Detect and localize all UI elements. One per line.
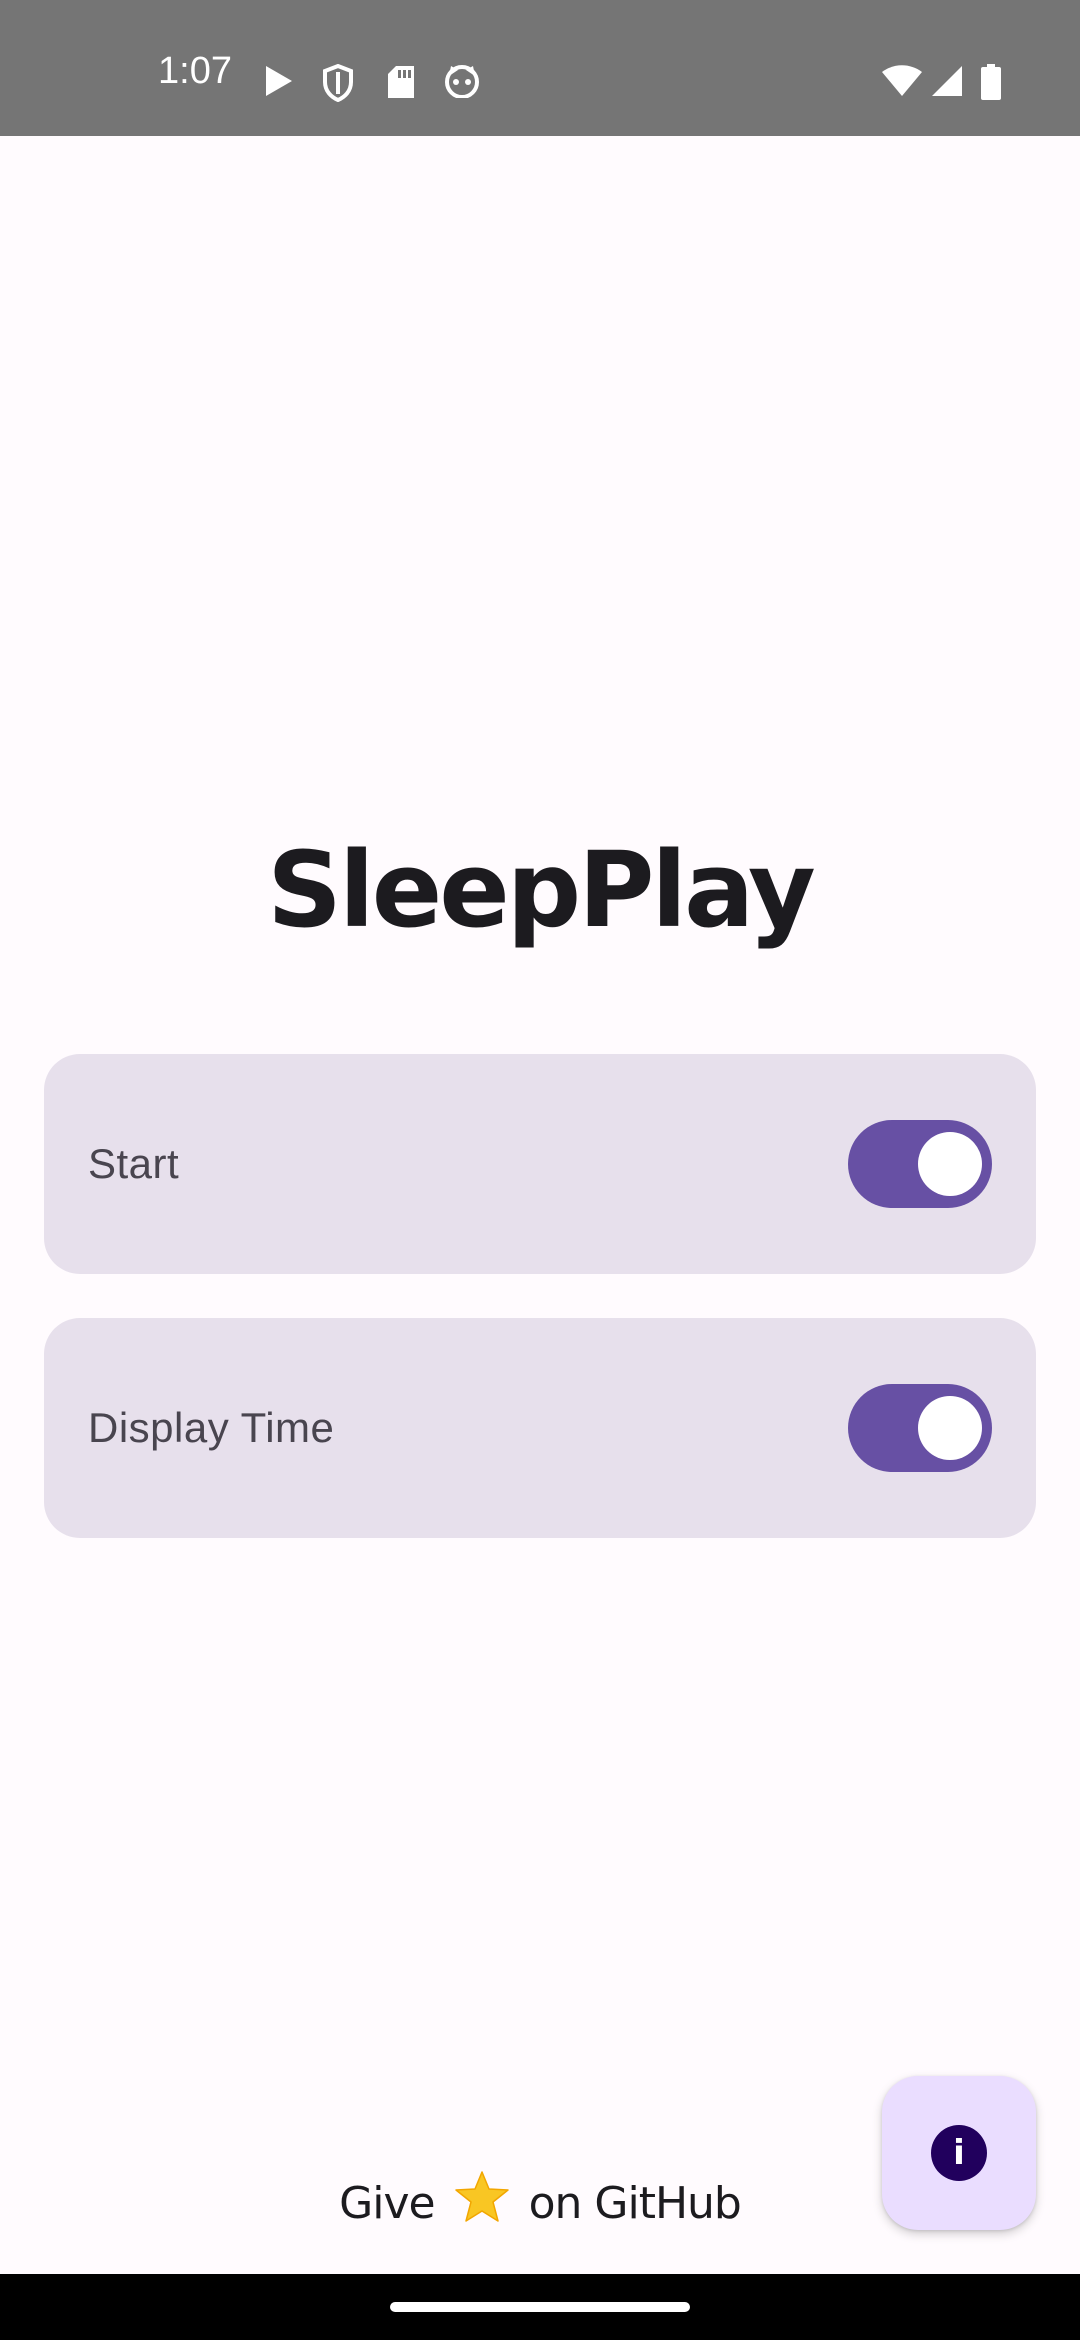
play-icon	[266, 66, 292, 96]
home-gesture-handle[interactable]	[390, 2302, 690, 2312]
signal-icon	[932, 66, 962, 96]
display-time-toggle[interactable]	[848, 1384, 992, 1472]
start-setting-card[interactable]: Start	[44, 1054, 1036, 1274]
navigation-bar	[0, 2274, 1080, 2340]
display-time-toggle-thumb	[918, 1396, 982, 1460]
cat-face-icon	[445, 65, 479, 98]
start-toggle-thumb	[918, 1132, 982, 1196]
info-icon: i	[931, 2125, 987, 2181]
shield-icon	[323, 64, 353, 102]
display-time-label: Display Time	[88, 1404, 335, 1451]
info-fab-button[interactable]: i	[882, 2076, 1036, 2230]
display-time-setting-card[interactable]: Display Time	[44, 1318, 1036, 1538]
screen: 1:07 SleepPlay Start Display Time Give o…	[0, 0, 1080, 2340]
start-label: Start	[88, 1140, 180, 1187]
star-icon	[454, 2170, 510, 2235]
github-link-prefix: Give	[339, 2178, 435, 2229]
app-title: SleepPlay	[267, 829, 816, 951]
github-link-suffix: on GitHub	[528, 2178, 742, 2229]
status-bar: 1:07	[0, 0, 1080, 136]
status-time: 1:07	[158, 50, 232, 92]
battery-icon	[981, 64, 1001, 100]
start-toggle[interactable]	[848, 1120, 992, 1208]
wifi-icon	[882, 65, 922, 96]
sd-card-icon	[388, 66, 414, 98]
